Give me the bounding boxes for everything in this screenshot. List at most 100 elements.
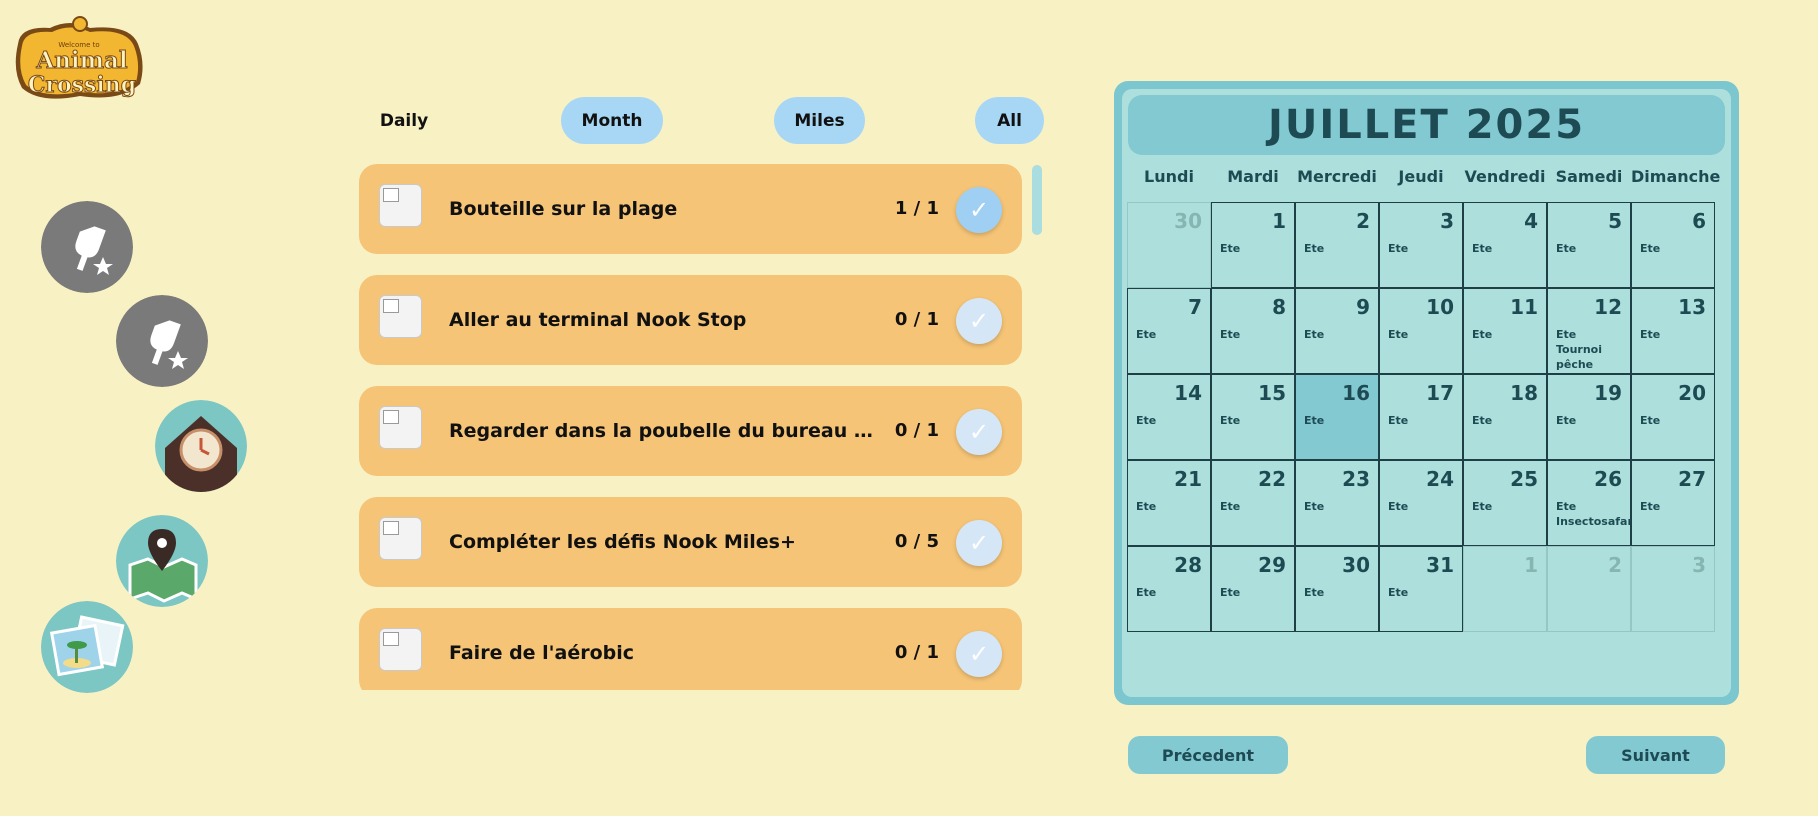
calendar-day[interactable]: 28 Ete xyxy=(1127,546,1211,632)
day-events: Ete xyxy=(1472,328,1493,341)
task-title: Compléter les défis Nook Miles+ xyxy=(449,531,796,553)
calendar-day[interactable]: 29 Ete xyxy=(1211,546,1295,632)
task-image xyxy=(379,406,422,449)
photos-icon[interactable] xyxy=(41,601,133,693)
calendar-day[interactable]: 17 Ete xyxy=(1379,374,1463,460)
day-number: 10 xyxy=(1426,295,1454,319)
clock-house-icon[interactable] xyxy=(155,400,247,492)
calendar-title: JUILLET 2025 xyxy=(1128,95,1725,155)
task-title: Aller au terminal Nook Stop xyxy=(449,309,747,331)
calendar-day[interactable]: 3 xyxy=(1631,546,1715,632)
day-number: 9 xyxy=(1356,295,1370,319)
task-check-button[interactable]: ✓ xyxy=(956,409,1002,455)
task-list-scrollbar[interactable] xyxy=(1032,165,1042,235)
calendar-day[interactable]: 27 Ete xyxy=(1631,460,1715,546)
task-card[interactable]: Aller au terminal Nook Stop 0 / 1 ✓ xyxy=(359,275,1022,365)
calendar-day[interactable]: 3 Ete xyxy=(1379,202,1463,288)
calendar-day-today[interactable]: 16 Ete xyxy=(1295,374,1379,460)
day-events: Ete xyxy=(1304,586,1325,599)
task-card[interactable]: Compléter les défis Nook Miles+ 0 / 5 ✓ xyxy=(359,497,1022,587)
day-events: Ete xyxy=(1640,328,1661,341)
day-events: Ete xyxy=(1472,414,1493,427)
task-count: 1 / 1 xyxy=(894,198,939,219)
calendar-day[interactable]: 1 xyxy=(1463,546,1547,632)
task-check-button[interactable]: ✓ xyxy=(956,298,1002,344)
day-events: Ete xyxy=(1136,328,1157,341)
day-number: 22 xyxy=(1258,467,1286,491)
day-number: 15 xyxy=(1258,381,1286,405)
map-pin-icon[interactable] xyxy=(116,515,208,607)
day-events: Ete xyxy=(1556,414,1577,427)
calendar-day[interactable]: 8 Ete xyxy=(1211,288,1295,374)
calendar-day[interactable]: 21 Ete xyxy=(1127,460,1211,546)
day-events: Ete xyxy=(1388,242,1409,255)
day-events: Ete Tournoi pêche xyxy=(1556,328,1603,371)
calendar-day[interactable]: 12 Ete Tournoi pêche xyxy=(1547,288,1631,374)
next-month-button[interactable]: Suivant xyxy=(1586,736,1725,774)
day-number: 8 xyxy=(1272,295,1286,319)
day-number: 3 xyxy=(1440,209,1454,233)
calendar-day[interactable]: 23 Ete xyxy=(1295,460,1379,546)
day-number: 1 xyxy=(1272,209,1286,233)
day-number: 25 xyxy=(1510,467,1538,491)
day-number: 27 xyxy=(1678,467,1706,491)
day-number: 6 xyxy=(1692,209,1706,233)
calendar-day[interactable]: 1 Ete xyxy=(1211,202,1295,288)
task-list[interactable]: Bouteille sur la plage 1 / 1 ✓ Aller au … xyxy=(359,164,1022,690)
weekday-label: Jeudi xyxy=(1398,167,1444,186)
task-title: Bouteille sur la plage xyxy=(449,198,678,220)
task-title: Regarder dans la poubelle du bureau des … xyxy=(449,420,879,442)
calendar-day[interactable]: 15 Ete xyxy=(1211,374,1295,460)
task-title: Faire de l'aérobic xyxy=(449,642,635,664)
calendar-day[interactable]: 30 Ete xyxy=(1295,546,1379,632)
task-check-button[interactable]: ✓ xyxy=(956,520,1002,566)
day-events: Ete xyxy=(1556,242,1577,255)
task-check-button[interactable]: ✓ xyxy=(956,631,1002,677)
tab-daily[interactable]: Daily xyxy=(368,97,440,144)
shovel-star-icon[interactable] xyxy=(41,201,133,293)
calendar-day[interactable]: 25 Ete xyxy=(1463,460,1547,546)
task-count: 0 / 1 xyxy=(894,420,939,441)
calendar-day[interactable]: 18 Ete xyxy=(1463,374,1547,460)
calendar-day[interactable]: 26 Ete Insectosafari xyxy=(1547,460,1637,546)
tab-all[interactable]: All xyxy=(975,97,1044,144)
day-events: Ete xyxy=(1304,242,1325,255)
task-card[interactable]: Regarder dans la poubelle du bureau des … xyxy=(359,386,1022,476)
calendar-day[interactable]: 20 Ete xyxy=(1631,374,1715,460)
task-card[interactable]: Faire de l'aérobic 0 / 1 ✓ xyxy=(359,608,1022,690)
day-number: 29 xyxy=(1258,553,1286,577)
calendar-day[interactable]: 10 Ete xyxy=(1379,288,1463,374)
shovel-star-icon[interactable] xyxy=(116,295,208,387)
previous-month-button[interactable]: Précedent xyxy=(1128,736,1288,774)
calendar-day[interactable]: 22 Ete xyxy=(1211,460,1295,546)
day-number: 18 xyxy=(1510,381,1538,405)
calendar-day[interactable]: 19 Ete xyxy=(1547,374,1631,460)
day-number: 30 xyxy=(1342,553,1370,577)
day-number: 4 xyxy=(1524,209,1538,233)
calendar-day[interactable]: 2 Ete xyxy=(1295,202,1379,288)
day-events: Ete xyxy=(1388,500,1409,513)
calendar-day[interactable]: 5 Ete xyxy=(1547,202,1631,288)
animal-crossing-logo: Welcome to Animal Crossing xyxy=(10,14,148,104)
calendar-day[interactable]: 6 Ete xyxy=(1631,202,1715,288)
calendar-day[interactable]: 11 Ete xyxy=(1463,288,1547,374)
calendar-day[interactable]: 2 xyxy=(1547,546,1631,632)
day-number: 5 xyxy=(1608,209,1622,233)
task-count: 0 / 1 xyxy=(894,309,939,330)
calendar-day[interactable]: 24 Ete xyxy=(1379,460,1463,546)
calendar-day[interactable]: 13 Ete xyxy=(1631,288,1715,374)
calendar-day[interactable]: 4 Ete xyxy=(1463,202,1547,288)
logo-line1: Animal xyxy=(35,47,128,74)
calendar-day[interactable]: 30 xyxy=(1127,202,1211,288)
task-check-button[interactable]: ✓ xyxy=(956,187,1002,233)
calendar-day[interactable]: 7 Ete xyxy=(1127,288,1211,374)
day-number: 3 xyxy=(1692,553,1706,577)
calendar-day[interactable]: 9 Ete xyxy=(1295,288,1379,374)
calendar-day[interactable]: 31 Ete xyxy=(1379,546,1463,632)
day-number: 13 xyxy=(1678,295,1706,319)
calendar-day[interactable]: 14 Ete xyxy=(1127,374,1211,460)
tab-month[interactable]: Month xyxy=(561,97,663,144)
task-card[interactable]: Bouteille sur la plage 1 / 1 ✓ xyxy=(359,164,1022,254)
tab-miles[interactable]: Miles xyxy=(774,97,865,144)
day-number: 12 xyxy=(1594,295,1622,319)
